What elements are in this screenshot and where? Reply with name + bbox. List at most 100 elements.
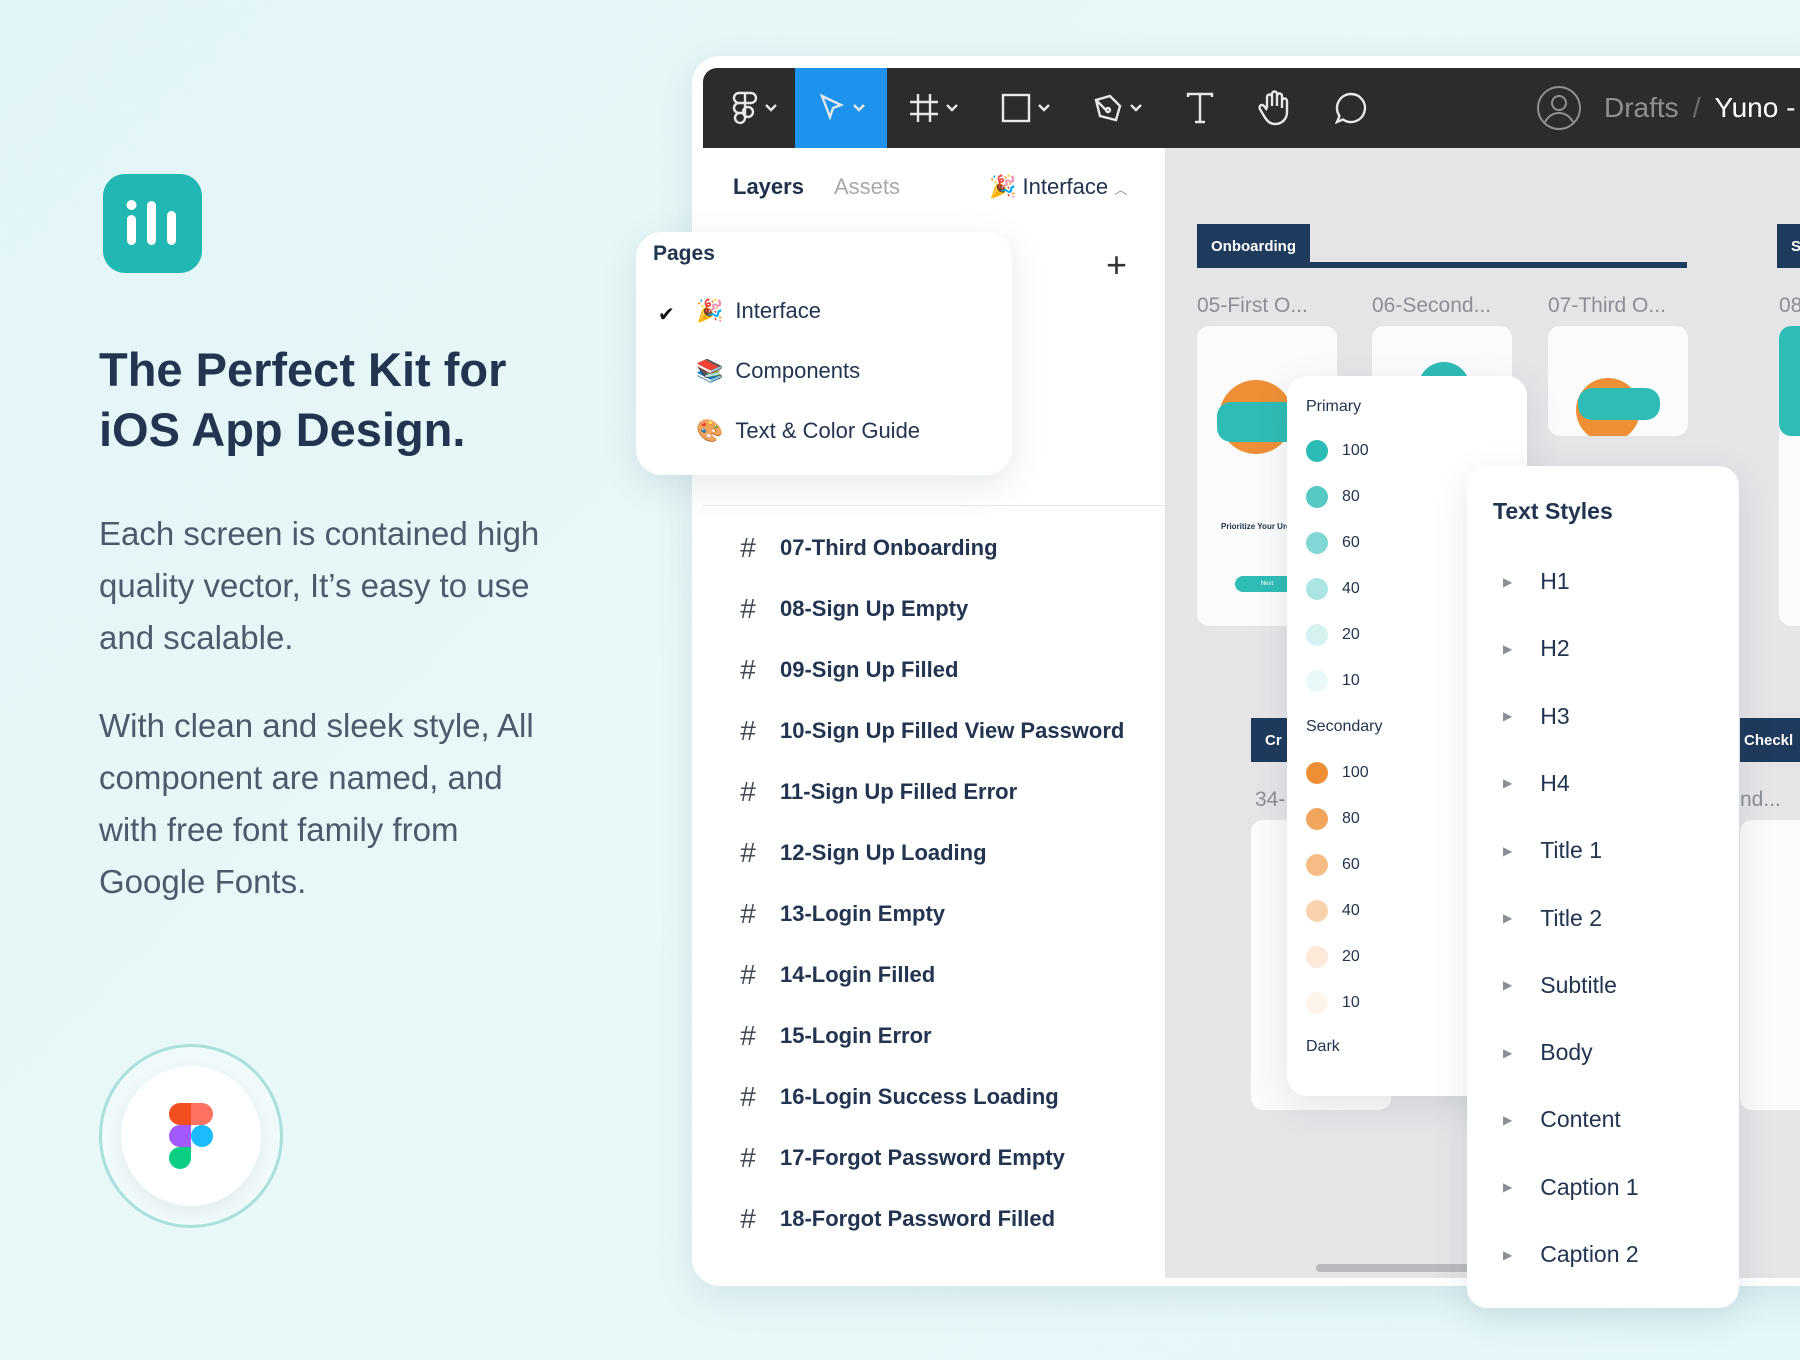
secondary-swatch[interactable]: 40	[1306, 900, 1360, 922]
pen-tool-button[interactable]	[1071, 68, 1163, 148]
caret-right-icon[interactable]: ▶	[1503, 911, 1512, 925]
tab-assets[interactable]: Assets	[834, 174, 900, 200]
layer-row[interactable]: #07-Third Onboarding	[736, 528, 997, 568]
layer-row[interactable]: #18-Forgot Password Filled	[736, 1199, 1055, 1239]
text-style-item[interactable]: ▶ H3	[1503, 703, 1570, 730]
text-tool-button[interactable]	[1163, 68, 1237, 148]
secondary-swatch[interactable]: 60	[1306, 854, 1360, 876]
layer-label: 13-Login Empty	[780, 901, 946, 926]
caret-right-icon[interactable]: ▶	[1503, 575, 1512, 589]
text-style-label: H1	[1540, 568, 1570, 594]
primary-swatch[interactable]: 10	[1306, 670, 1360, 692]
layer-row[interactable]: #13-Login Empty	[736, 894, 945, 934]
illustration-card	[1779, 326, 1800, 436]
text-style-item[interactable]: ▶ Subtitle	[1503, 972, 1617, 999]
text-style-item[interactable]: ▶ Caption 1	[1503, 1174, 1639, 1201]
hand-tool-button[interactable]	[1237, 68, 1313, 148]
text-style-item[interactable]: ▶ Title 1	[1503, 837, 1602, 864]
pages-title: Pages	[653, 242, 715, 265]
frame-name-nd[interactable]: nd...	[1740, 788, 1781, 812]
page-item-components[interactable]: 📚 Components	[696, 358, 860, 384]
caret-right-icon[interactable]: ▶	[1503, 1248, 1512, 1262]
layer-row[interactable]: #09-Sign Up Filled	[736, 650, 958, 690]
promo-headline: The Perfect Kit for iOS App Design.	[99, 343, 507, 456]
tab-layers[interactable]: Layers	[733, 174, 804, 200]
shape-tool-button[interactable]	[979, 68, 1071, 148]
frame-name-07[interactable]: 07-Third O...	[1548, 294, 1666, 318]
canvas-scrollbar[interactable]	[1316, 1264, 1476, 1272]
breadcrumb-file[interactable]: Yuno -	[1714, 92, 1795, 124]
color-dot-icon	[1306, 854, 1328, 876]
color-dot-icon	[1306, 900, 1328, 922]
text-style-label: Content	[1540, 1106, 1621, 1133]
page-item-text-color-guide[interactable]: 🎨 Text & Color Guide	[696, 418, 920, 444]
primary-swatch[interactable]: 20	[1306, 624, 1360, 646]
frame-tool-button[interactable]	[887, 68, 979, 148]
page-item-interface[interactable]: 🎉 Interface	[696, 298, 821, 324]
breadcrumb-folder[interactable]: Drafts	[1604, 92, 1679, 124]
caret-right-icon[interactable]: ▶	[1503, 1180, 1512, 1194]
layer-row[interactable]: #10-Sign Up Filled View Password	[736, 711, 1124, 751]
frame-name-34[interactable]: 34-	[1255, 788, 1285, 812]
swatch-label: 20	[1342, 626, 1360, 643]
frame-icon: #	[740, 715, 756, 746]
secondary-swatch[interactable]: 100	[1306, 762, 1369, 784]
primary-swatch[interactable]: 40	[1306, 578, 1360, 600]
primary-swatch[interactable]: 80	[1306, 486, 1360, 508]
text-style-label: Title 2	[1540, 904, 1603, 931]
caret-right-icon[interactable]: ▶	[1503, 776, 1512, 790]
secondary-swatch[interactable]: 20	[1306, 946, 1360, 968]
caret-right-icon[interactable]: ▶	[1503, 709, 1512, 723]
layer-row[interactable]: #15-Login Error	[736, 1016, 931, 1056]
secondary-swatch[interactable]: 80	[1306, 808, 1360, 830]
swatch-label: 20	[1342, 948, 1360, 965]
frame-name-06[interactable]: 06-Second...	[1372, 294, 1491, 318]
frame-icon: #	[740, 1203, 756, 1234]
layer-row[interactable]: #16-Login Success Loading	[736, 1077, 1059, 1117]
swatch-label: 40	[1342, 902, 1360, 919]
layer-label: 08-Sign Up Empty	[780, 596, 969, 621]
comment-tool-button[interactable]	[1313, 68, 1389, 148]
layer-row[interactable]: #14-Login Filled	[736, 955, 935, 995]
caret-right-icon[interactable]: ▶	[1503, 978, 1512, 992]
caret-right-icon[interactable]: ▶	[1503, 642, 1512, 656]
frame-name-08[interactable]: 08	[1779, 294, 1800, 318]
layer-row[interactable]: #08-Sign Up Empty	[736, 589, 968, 629]
text-icon	[1186, 92, 1214, 124]
caret-right-icon[interactable]: ▶	[1503, 1113, 1512, 1127]
section-label-next[interactable]: S	[1777, 224, 1800, 268]
color-dot-icon	[1306, 670, 1328, 692]
phone-frame-07[interactable]	[1548, 326, 1688, 436]
frame-icon: #	[740, 1081, 756, 1112]
text-style-item[interactable]: ▶ Body	[1503, 1039, 1593, 1066]
text-style-item[interactable]: ▶ Title 2	[1503, 905, 1602, 932]
move-tool-button[interactable]	[795, 68, 887, 148]
primary-swatch[interactable]: 60	[1306, 532, 1360, 554]
caret-right-icon[interactable]: ▶	[1503, 844, 1512, 858]
frame-icon: #	[740, 776, 756, 807]
phone-frame-checklist[interactable]	[1740, 820, 1800, 1110]
phone-frame-08[interactable]	[1779, 326, 1800, 626]
text-style-item[interactable]: ▶ H1	[1503, 568, 1570, 595]
layer-row[interactable]: #12-Sign Up Loading	[736, 833, 986, 873]
frame-icon	[910, 94, 938, 122]
text-style-label: H2	[1540, 635, 1570, 662]
color-group-dark: Dark	[1306, 1038, 1340, 1055]
primary-swatch[interactable]: 100	[1306, 440, 1369, 462]
frame-name-05[interactable]: 05-First O...	[1197, 294, 1308, 318]
layer-row[interactable]: #11-Sign Up Filled Error	[736, 772, 1017, 812]
secondary-swatch[interactable]: 10	[1306, 992, 1360, 1014]
figma-menu-button[interactable]	[713, 68, 795, 148]
layer-row[interactable]: #17-Forgot Password Empty	[736, 1138, 1065, 1178]
page-switcher[interactable]: 🎉 Interface ︿	[989, 174, 1127, 200]
caret-right-icon[interactable]: ▶	[1503, 1046, 1512, 1060]
section-label-checklist[interactable]: Checkl	[1740, 718, 1800, 762]
text-style-item[interactable]: ▶ Content	[1503, 1106, 1621, 1133]
add-page-button[interactable]: +	[1106, 244, 1127, 286]
frame-icon: #	[740, 959, 756, 990]
text-style-item[interactable]: ▶ H4	[1503, 770, 1570, 797]
text-style-item[interactable]: ▶ Caption 2	[1503, 1241, 1639, 1268]
avatar-icon[interactable]	[1536, 85, 1582, 131]
text-style-item[interactable]: ▶ H2	[1503, 635, 1570, 662]
frame-icon: #	[740, 898, 756, 929]
